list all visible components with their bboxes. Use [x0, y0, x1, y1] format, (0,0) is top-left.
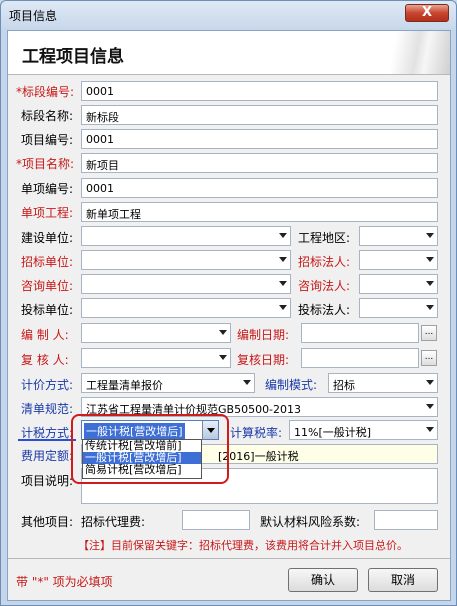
project-info-window: 项目信息 X 工程项目信息 *标段编号: 0001 标段名称: 新标段 项目编号… [0, 0, 457, 606]
risk-coef-field[interactable] [374, 510, 438, 530]
build-unit-combo[interactable] [81, 226, 291, 246]
section-no-label: *标段编号: [16, 85, 75, 99]
consult-unit-combo[interactable] [81, 274, 291, 294]
project-area-combo[interactable] [359, 226, 438, 246]
section-name-label: 标段名称: [21, 109, 74, 123]
review-date-label: 复核日期: [237, 353, 290, 367]
dialog-client: 工程项目信息 *标段编号: 0001 标段名称: 新标段 项目编号: 0001 … [7, 30, 451, 601]
confirm-button[interactable]: 确认 [288, 568, 358, 592]
pricing-method-value: 工程量清单报价 [86, 379, 163, 392]
consult-legal-combo[interactable] [359, 274, 438, 294]
chevron-down-icon [426, 427, 434, 432]
project-name-label: *项目名称: [16, 157, 75, 171]
chevron-down-icon [426, 257, 434, 262]
chevron-down-icon [426, 404, 434, 409]
chevron-down-icon [426, 305, 434, 310]
close-button[interactable]: X [405, 4, 449, 22]
compile-date-field[interactable] [301, 323, 419, 343]
chevron-down-icon [426, 380, 434, 385]
compile-mode-value: 招标 [333, 379, 355, 392]
page-title: 工程项目信息 [22, 47, 124, 67]
other-items-label: 其他项目: [21, 515, 74, 529]
chevron-down-icon [426, 233, 434, 238]
item-no-label: 单项编号: [21, 182, 74, 196]
quota-value: [2016]一般计税 [218, 450, 299, 463]
item-project-label: 单项工程: [21, 206, 74, 220]
compiler-combo[interactable] [81, 323, 231, 343]
required-hint: 带 "*" 项为必填项 [16, 575, 113, 589]
consult-legal-label: 咨询法人: [298, 279, 351, 293]
spec-label: 清单规范: [21, 402, 74, 416]
section-name-field[interactable]: 新标段 [81, 105, 438, 125]
header-decoration-image [390, 31, 450, 74]
chevron-down-icon [279, 233, 287, 238]
compile-date-label: 编制日期: [237, 328, 290, 342]
section-no-field[interactable]: 0001 [81, 81, 438, 101]
bid-unit-combo[interactable] [81, 298, 291, 318]
bid-legal-combo[interactable] [359, 298, 438, 318]
bid-unit-label: 投标单位: [21, 303, 74, 317]
keyword-note: 【注】目前保留关键字：招标代理费，该费用将合计并入项目总价。 [78, 539, 408, 552]
project-no-label: 项目编号: [21, 133, 74, 147]
reviewer-combo[interactable] [81, 348, 231, 368]
review-date-picker-button[interactable]: ... [421, 350, 437, 366]
chevron-down-icon [279, 257, 287, 262]
highlight-annotation [71, 414, 229, 484]
compile-mode-combo[interactable]: 招标 [328, 373, 438, 393]
project-area-label: 工程地区: [298, 231, 351, 245]
reviewer-label: 复 核 人: [21, 353, 69, 367]
pricing-method-combo[interactable]: 工程量清单报价 [81, 373, 255, 393]
compile-date-picker-button[interactable]: ... [421, 325, 437, 341]
bid-legal-label: 投标法人: [298, 303, 351, 317]
project-name-field[interactable]: 新项目 [81, 153, 438, 173]
compiler-label: 编 制 人: [21, 328, 69, 342]
tax-rate-label: 计算税率: [230, 426, 283, 440]
tax-method-underline [18, 439, 76, 441]
agency-fee-label: 招标代理费: [81, 515, 146, 529]
chevron-down-icon [219, 355, 227, 360]
compile-mode-label: 编制模式: [265, 378, 318, 392]
title-bar[interactable]: 项目信息 X [1, 1, 456, 27]
cancel-button[interactable]: 取消 [368, 568, 438, 592]
item-no-field[interactable]: 0001 [81, 178, 438, 198]
dialog-header: 工程项目信息 [8, 31, 450, 75]
description-label: 项目说明: [21, 474, 74, 488]
tender-legal-combo[interactable] [359, 250, 438, 270]
chevron-down-icon [279, 305, 287, 310]
tender-unit-combo[interactable] [81, 250, 291, 270]
risk-coef-label: 默认材料风险系数: [260, 515, 361, 529]
build-unit-label: 建设单位: [21, 231, 74, 245]
item-project-field[interactable]: 新单项工程 [81, 202, 438, 222]
quota-label: 费用定额: [21, 449, 74, 463]
tender-unit-label: 招标单位: [21, 255, 74, 269]
chevron-down-icon [243, 380, 251, 385]
review-date-field[interactable] [301, 348, 419, 368]
tax-rate-combo[interactable]: 11%[一般计税] [289, 420, 438, 440]
pricing-method-label: 计价方式: [21, 378, 74, 392]
tax-rate-value: 11%[一般计税] [294, 426, 372, 439]
consult-unit-label: 咨询单位: [21, 279, 74, 293]
chevron-down-icon [426, 281, 434, 286]
tender-legal-label: 招标法人: [298, 255, 351, 269]
chevron-down-icon [279, 281, 287, 286]
window-title: 项目信息 [9, 9, 58, 23]
project-no-field[interactable]: 0001 [81, 129, 438, 149]
footer-divider [8, 558, 450, 559]
chevron-down-icon [219, 330, 227, 335]
agency-fee-field[interactable] [182, 510, 250, 530]
